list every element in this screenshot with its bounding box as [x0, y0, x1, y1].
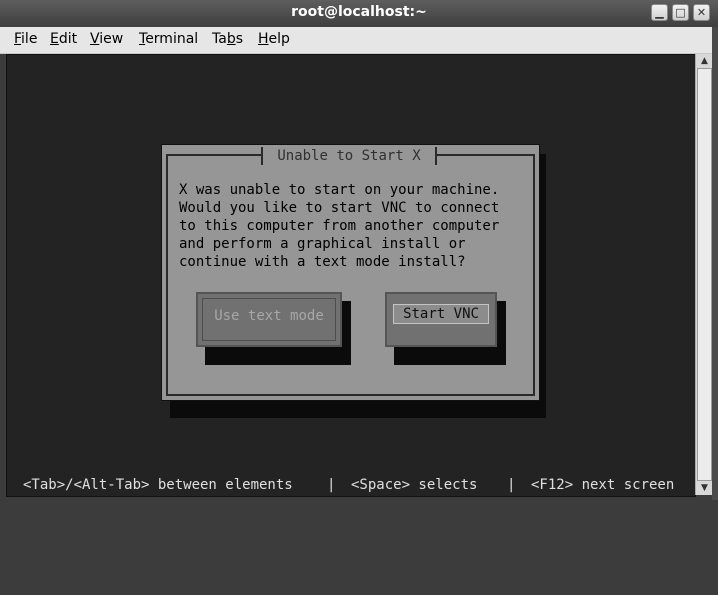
close-button[interactable]: ✕ — [693, 4, 710, 21]
dialog-title: Unable to Start X — [261, 147, 437, 165]
menu-tabs-prefix: Ta — [212, 31, 227, 47]
vertical-scrollbar[interactable]: ▲ ▼ — [695, 54, 713, 495]
menu-tabs-mnemonic: b — [226, 31, 236, 47]
start-vnc-label: Start VNC — [393, 304, 489, 324]
use-text-mode-label: Use text mode — [202, 298, 336, 341]
scroll-down-arrow-icon[interactable]: ▼ — [696, 481, 713, 495]
window-title: root@localhost:~ — [291, 4, 427, 20]
scrollbar-thumb[interactable] — [697, 68, 712, 481]
status-separator-2: | — [507, 477, 516, 493]
menu-file-label: ile — [21, 31, 38, 47]
start-vnc-button[interactable]: Start VNC — [385, 292, 497, 347]
menu-edit-mnemonic: E — [50, 31, 59, 47]
menu-tabs[interactable]: Tabs — [212, 31, 243, 47]
window-right-edge — [712, 27, 718, 500]
status-tab-hint: <Tab>/<Alt-Tab> between elements — [23, 477, 293, 493]
menu-help-mnemonic: H — [258, 31, 269, 47]
status-space-hint: <Space> selects — [351, 477, 478, 493]
status-bar: <Tab>/<Alt-Tab> between elements | <Spac… — [6, 475, 694, 495]
menu-view-label: iew — [99, 31, 124, 47]
menu-edit[interactable]: Edit — [50, 31, 77, 47]
window-titlebar[interactable]: root@localhost:~ ▁ □ ✕ — [0, 0, 718, 28]
menu-edit-label: dit — [58, 31, 78, 47]
status-separator-1: | — [327, 477, 336, 493]
use-text-mode-button[interactable]: Use text mode — [196, 292, 342, 347]
menu-help-label: elp — [268, 31, 290, 47]
menu-tabs-label: s — [235, 31, 244, 47]
status-f12-hint: <F12> next screen — [531, 477, 675, 493]
menu-file[interactable]: File — [14, 31, 37, 47]
menu-view[interactable]: View — [90, 31, 123, 47]
menu-bar: File Edit View Terminal Tabs Help — [0, 27, 718, 54]
dialog-message: X was unable to start on your machine. W… — [179, 182, 500, 270]
minimize-button[interactable]: ▁ — [651, 4, 668, 21]
scroll-up-arrow-icon[interactable]: ▲ — [696, 54, 713, 68]
menu-file-mnemonic: F — [14, 31, 22, 47]
menu-terminal[interactable]: Terminal — [139, 31, 198, 47]
menu-help[interactable]: Help — [258, 31, 290, 47]
maximize-button[interactable]: □ — [672, 4, 689, 21]
menu-terminal-label: erminal — [145, 31, 199, 47]
menu-view-mnemonic: V — [90, 31, 100, 47]
